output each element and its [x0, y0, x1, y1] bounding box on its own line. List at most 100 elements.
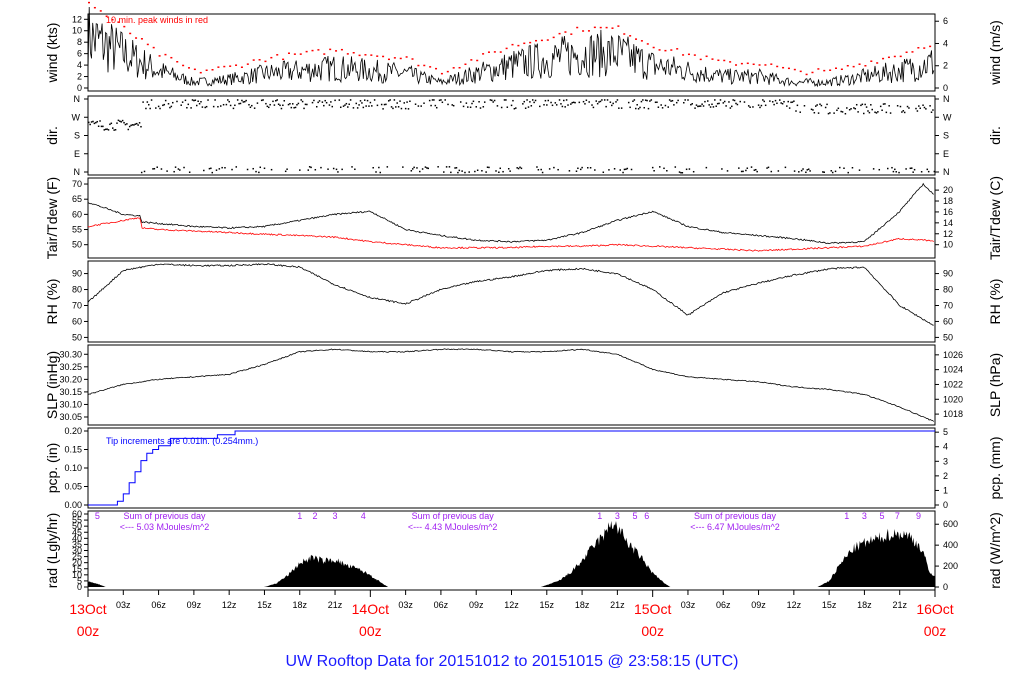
direction-point	[585, 99, 588, 102]
direction-point	[212, 105, 215, 108]
radiation-hour-label: 5	[95, 511, 100, 521]
peak-wind-point	[735, 64, 738, 66]
direction-point	[231, 168, 233, 171]
direction-point	[779, 99, 781, 101]
direction-point	[877, 111, 879, 113]
direction-point	[618, 107, 620, 109]
direction-point	[642, 99, 644, 101]
y-tick-label: 60	[72, 509, 82, 519]
direction-point	[896, 105, 899, 107]
direction-point	[423, 102, 425, 104]
direction-point	[234, 104, 236, 107]
direction-point	[167, 103, 170, 105]
y-tick-label-right: 6	[943, 16, 948, 26]
y-axis-label-right: wind (m/s)	[987, 20, 1003, 86]
y-tick-label: 90	[72, 269, 82, 279]
peak-wind-point	[670, 49, 673, 51]
direction-point	[310, 166, 312, 169]
direction-point	[692, 170, 695, 173]
direction-point	[265, 102, 267, 105]
direction-point	[548, 168, 551, 170]
direction-point	[769, 100, 771, 102]
direction-point	[219, 105, 222, 107]
direction-point	[450, 171, 452, 174]
panel-frame-direction	[87, 95, 936, 176]
direction-point	[546, 104, 548, 106]
x-tick-label: 03z	[681, 600, 696, 610]
direction-point	[406, 101, 408, 103]
direction-point	[214, 99, 216, 101]
direction-point	[865, 106, 868, 108]
peak-wind-point	[470, 59, 473, 61]
direction-point	[561, 105, 564, 108]
peak-wind-point	[270, 56, 273, 59]
direction-point	[929, 105, 931, 107]
direction-point	[895, 171, 897, 173]
peak-wind-point	[599, 26, 602, 29]
direction-point	[543, 104, 545, 106]
direction-point	[725, 105, 727, 107]
direction-point	[104, 128, 107, 131]
direction-point	[502, 170, 504, 173]
direction-point	[568, 170, 571, 172]
panel-frame-rh	[87, 260, 936, 343]
x-date-label: 15Oct	[634, 601, 671, 617]
x-date-label: 14Oct	[352, 601, 389, 617]
direction-point	[499, 167, 502, 170]
direction-point	[215, 169, 218, 171]
peak-wind-point	[487, 51, 490, 53]
direction-point	[217, 105, 219, 108]
x-tick-label: 09z	[469, 600, 484, 610]
peak-wind-point	[623, 33, 626, 35]
direction-point	[194, 99, 197, 101]
direction-point	[133, 124, 135, 126]
direction-point	[434, 104, 437, 107]
x-tick-label: 03z	[116, 600, 131, 610]
direction-point	[476, 169, 479, 172]
direction-point	[555, 104, 558, 106]
direction-point	[171, 101, 174, 104]
radiation-hour-label: 3	[333, 511, 338, 521]
peak-wind-point	[576, 26, 579, 29]
direction-point	[800, 169, 803, 172]
direction-point	[365, 105, 367, 107]
direction-point	[846, 107, 848, 109]
direction-point	[537, 169, 540, 171]
y-tick-label: 50	[72, 332, 82, 342]
direction-point	[742, 170, 744, 173]
y-tick-label-right: 4	[943, 442, 948, 452]
peak-wind-point	[158, 55, 161, 57]
direction-point	[898, 171, 900, 174]
direction-point	[719, 99, 722, 101]
direction-point	[193, 99, 195, 102]
peak-wind-point	[717, 59, 720, 62]
direction-point	[749, 106, 751, 109]
y-tick-label-right: 3	[943, 456, 948, 466]
peak-wind-point	[770, 63, 773, 65]
direction-point	[515, 107, 517, 109]
direction-point	[858, 169, 861, 171]
peak-wind-point	[817, 68, 820, 70]
x-tick-label: 12z	[504, 600, 519, 610]
direction-point	[781, 102, 784, 105]
direction-point	[539, 105, 541, 108]
direction-point	[97, 125, 100, 127]
direction-point	[183, 166, 185, 169]
direction-point	[314, 168, 317, 171]
direction-point	[399, 100, 401, 102]
direction-point	[126, 123, 128, 125]
direction-point	[726, 170, 729, 172]
y-axis-label: wind (kts)	[44, 23, 60, 84]
direction-point	[413, 166, 415, 169]
direction-point	[297, 102, 300, 105]
direction-point	[321, 101, 324, 103]
y-tick-label-right: E	[943, 149, 949, 159]
direction-point	[462, 105, 465, 108]
direction-point	[416, 167, 418, 169]
direction-point	[888, 105, 890, 107]
direction-point	[753, 169, 756, 171]
direction-point	[106, 128, 108, 130]
direction-point	[260, 99, 263, 102]
peak-wind-point	[399, 57, 402, 60]
peak-wind-point	[335, 50, 338, 52]
